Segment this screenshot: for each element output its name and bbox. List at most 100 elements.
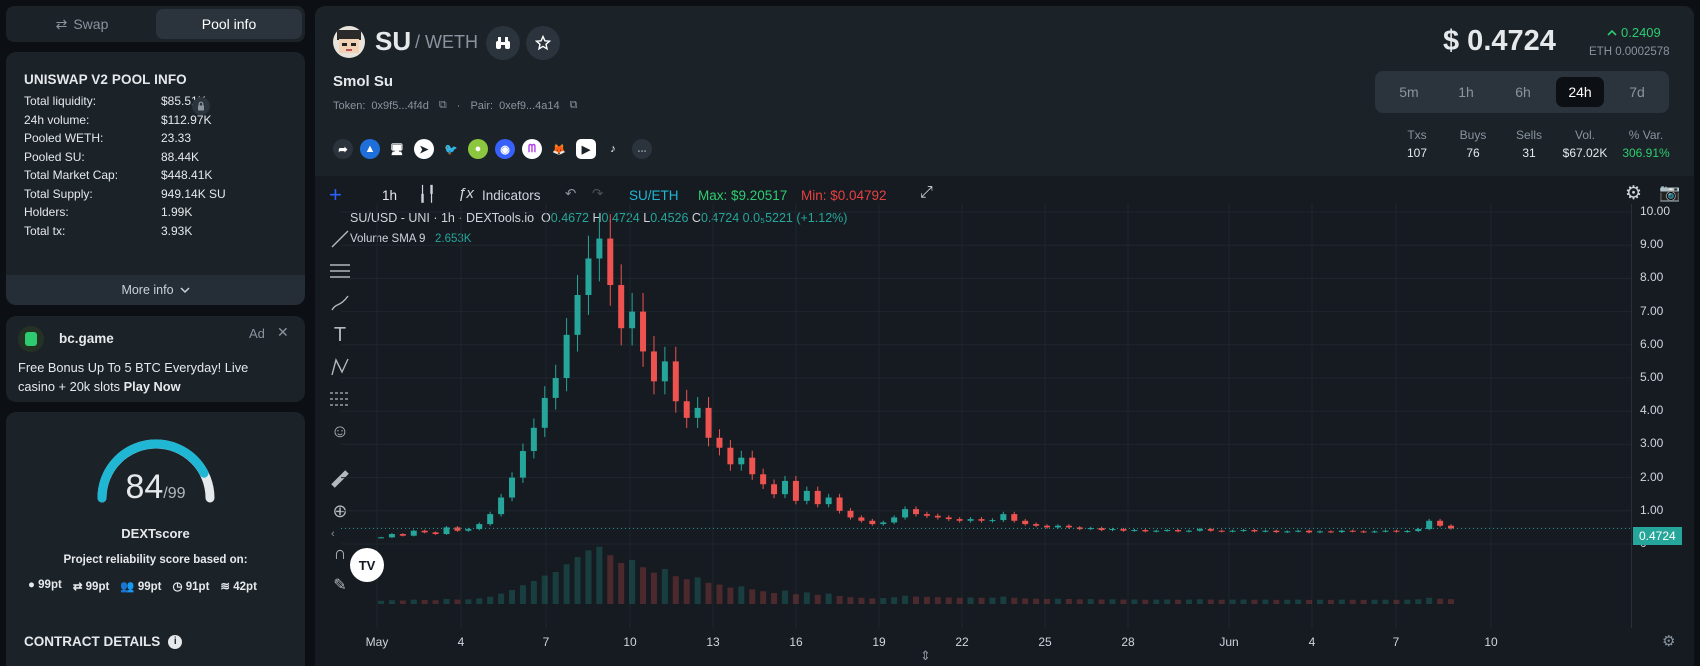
token-avatar [333, 26, 365, 58]
score-item-community[interactable]: ≋ 42pt [220, 579, 257, 593]
price-change-value: 0.2409 [1621, 25, 1661, 40]
metamask-icon[interactable]: 🦊 [549, 139, 569, 159]
volume-bar [552, 572, 559, 604]
copy-icon[interactable]: ⧉ [439, 99, 447, 112]
volume-bar [1196, 599, 1203, 604]
blockchain-explorer-icon[interactable]: ᗰ [522, 139, 542, 159]
pair-toggle[interactable]: SU/ETH [629, 188, 679, 203]
volume-bar [1164, 599, 1171, 604]
indicators-icon[interactable]: ƒx [458, 185, 474, 202]
volume-bar [378, 600, 384, 604]
interval-selector[interactable]: 1h [382, 188, 397, 203]
crosshair-icon[interactable]: + [329, 184, 342, 206]
swap-icon: ⇄ [55, 15, 68, 32]
token-price: $ 0.4724 [1443, 25, 1556, 57]
tiktok-icon[interactable]: ♪ [603, 139, 623, 159]
volume-bar [683, 579, 690, 604]
stat-variation-value: 306.91% [1622, 146, 1670, 160]
volume-bar [781, 590, 788, 604]
max-price: Max: $9.20517 [698, 188, 788, 203]
settings-icon[interactable]: ⚙ [1625, 182, 1642, 205]
score-label: DEXTscore [121, 526, 190, 541]
stat-txs-label: Txs [1407, 128, 1427, 142]
camera-icon[interactable]: 📷 [1659, 183, 1680, 203]
binoculars-icon[interactable] [486, 26, 520, 60]
star-icon[interactable] [526, 26, 560, 60]
candle [1360, 531, 1367, 533]
volume-bar [388, 600, 395, 604]
pool-info-value: 1.99K [161, 205, 193, 219]
lock-icon[interactable] [192, 97, 210, 115]
candle [1011, 514, 1018, 521]
candle [1109, 529, 1116, 531]
youtube-icon[interactable]: ▶ [576, 139, 596, 159]
y-tick-label: 3.00 [1640, 436, 1664, 451]
timeframe-24h[interactable]: 24h [1556, 77, 1604, 107]
telegram-icon[interactable]: ➤ [414, 139, 434, 159]
timeframe-7d[interactable]: 7d [1613, 77, 1661, 107]
coingecko-icon[interactable]: ● [468, 139, 488, 159]
pair-address[interactable]: 0xef9...4a14 [499, 100, 560, 112]
pool-info-row: Total liquidity: $85.51K [24, 94, 294, 112]
more-socials-button[interactable]: ... [632, 139, 652, 159]
ad-cta[interactable]: Play Now [124, 379, 181, 394]
candle [891, 517, 898, 523]
candle [509, 477, 516, 498]
candle [607, 238, 614, 286]
collapse-toolbar-icon[interactable]: ‹ [331, 528, 335, 540]
candles-icon[interactable]: ╽╿ [418, 185, 436, 203]
volume-bar [574, 557, 581, 604]
score-item-holders[interactable]: 👥 99pt [120, 579, 161, 593]
twitter-icon[interactable]: 🐦 [441, 139, 461, 159]
candle [618, 285, 625, 329]
info-icon[interactable]: i [168, 634, 183, 649]
token-address[interactable]: 0x9f5...4f4d [371, 100, 429, 112]
timeframe-1h[interactable]: 1h [1442, 77, 1490, 107]
candle [1382, 530, 1389, 532]
chart-site-icon[interactable]: ▲ [360, 139, 380, 159]
score-item-info[interactable]: ● 99pt [28, 579, 62, 593]
volume-bar [1295, 599, 1302, 604]
score-value-wrap: 84/99 [6, 468, 305, 507]
score-item-transactions[interactable]: ⇄ 99pt [73, 579, 110, 593]
candle [978, 519, 985, 521]
volume-bar [1316, 599, 1323, 604]
volume-bar [607, 555, 614, 604]
candle [1251, 530, 1258, 532]
pool-info-row: Total Supply: 949.14K SU [24, 187, 294, 205]
contract-details-label: CONTRACT DETAILS [24, 634, 161, 649]
resize-handle-icon[interactable]: ⇕ [920, 648, 931, 664]
timeframe-6h[interactable]: 6h [1499, 77, 1547, 107]
close-icon[interactable]: ✕ [277, 324, 289, 341]
undo-icon[interactable]: ↶ [565, 186, 576, 202]
tab-pool-info[interactable]: Pool info [156, 9, 302, 39]
tab-swap[interactable]: ⇄ Swap [9, 9, 155, 39]
candle [967, 519, 974, 521]
indicators-button[interactable]: Indicators [482, 188, 541, 203]
more-info-button[interactable]: More info [6, 275, 305, 305]
ad-banner[interactable]: bc.game Ad ✕ Free Bonus Up To 5 BTC Ever… [6, 316, 305, 402]
stat-sells-label: Sells [1515, 128, 1542, 142]
axis-settings-icon[interactable]: ⚙ [1662, 632, 1675, 650]
website-icon[interactable]: 🖥 [387, 139, 407, 159]
copy-icon[interactable]: ⧉ [570, 99, 578, 112]
pair-address-label: Pair: [470, 99, 494, 112]
candle [487, 514, 494, 525]
timeframe-5m[interactable]: 5m [1385, 77, 1433, 107]
volume-bar [563, 564, 570, 604]
share-icon[interactable]: ➦ [333, 139, 353, 159]
pool-info-title: UNISWAP V2 POOL INFO [24, 72, 187, 87]
price-change: 0.2409 [1607, 25, 1661, 40]
candle [661, 361, 668, 382]
volume-bar [858, 597, 865, 604]
coinmarketcap-icon[interactable]: ◉ [495, 139, 515, 159]
candle [1404, 531, 1411, 533]
score-item-audit[interactable]: ◷ 91pt [173, 579, 210, 593]
fullscreen-icon[interactable]: ⤢ [920, 184, 933, 202]
volume-bar [1273, 599, 1280, 604]
volume-bar [836, 596, 843, 604]
price-chart[interactable] [341, 204, 1631, 628]
candle [683, 401, 690, 418]
candle [530, 427, 537, 452]
tradingview-logo[interactable]: TV [350, 548, 384, 582]
